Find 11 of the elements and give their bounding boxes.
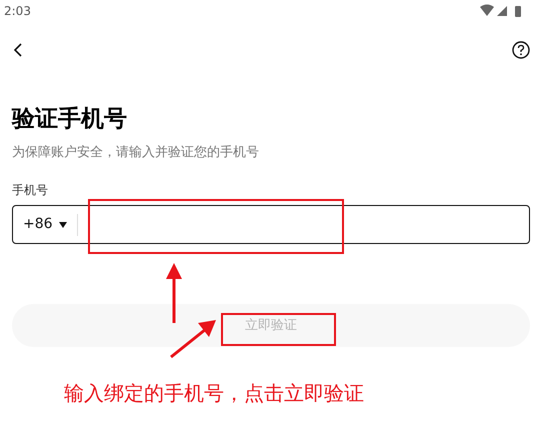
- annotation-text: 输入绑定的手机号，点击立即验证: [64, 380, 364, 406]
- page-title: 验证手机号: [12, 105, 128, 134]
- help-icon[interactable]: [512, 41, 530, 59]
- page-subtitle: 为保障账户安全，请输入并验证您的手机号: [12, 144, 260, 162]
- caret-icon: [58, 222, 67, 228]
- status-icons: [480, 4, 524, 18]
- country-code-dropdown[interactable]: +86: [13, 214, 77, 235]
- phone-field[interactable]: +86: [12, 205, 530, 244]
- field-label: 手机号: [12, 182, 48, 198]
- back-icon[interactable]: [12, 42, 24, 58]
- status-time: 2:03: [4, 3, 31, 20]
